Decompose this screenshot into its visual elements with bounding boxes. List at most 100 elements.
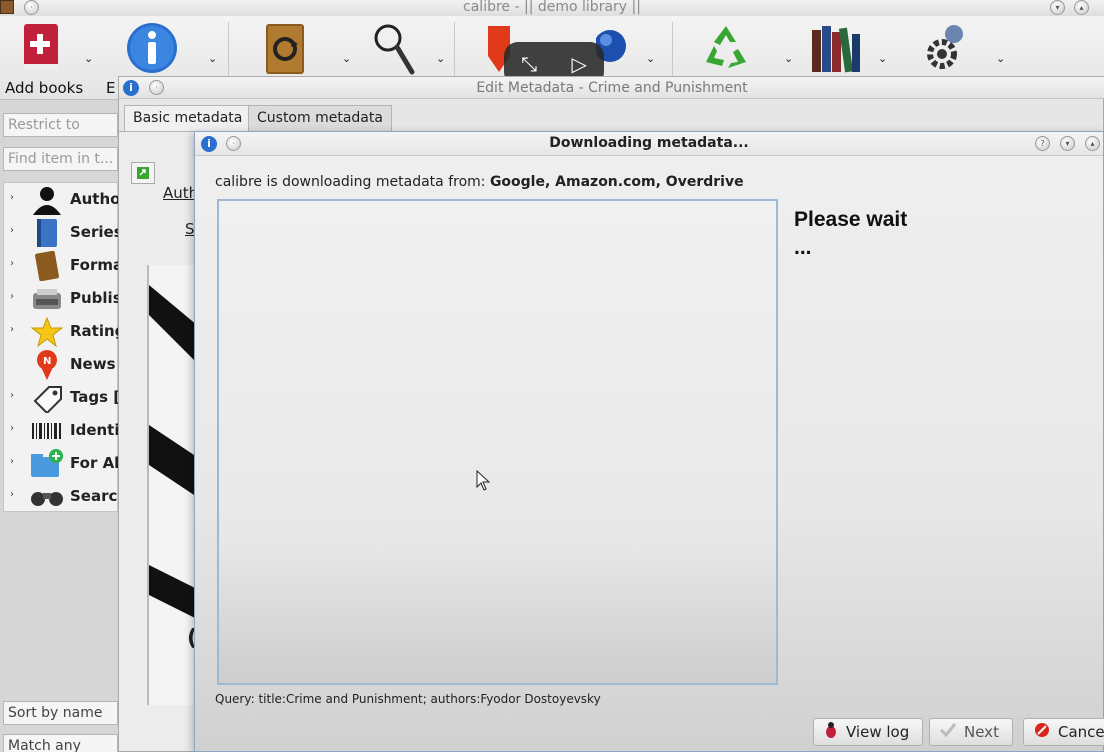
person-icon <box>30 184 64 215</box>
preferences-dropdown-arrow[interactable]: ⌄ <box>996 52 1005 65</box>
tree-item-label: Authors <box>70 190 120 208</box>
view-log-label: View log <box>846 723 910 741</box>
convert-book-icon[interactable] <box>264 22 306 76</box>
star-icon <box>30 316 64 347</box>
tab-basic-metadata[interactable]: Basic metadata <box>124 105 252 131</box>
tree-item-ratings[interactable]: › Ratings <box>4 315 120 348</box>
please-wait-text: Please wait <box>794 208 908 231</box>
expand-arrow-icon[interactable]: › <box>10 324 14 335</box>
expand-arrow-icon[interactable]: › <box>10 423 14 434</box>
cancel-button[interactable]: Cancel <box>1023 718 1104 746</box>
expand-arrow-icon[interactable]: › <box>10 456 14 467</box>
barcode-icon <box>30 415 64 446</box>
downloading-metadata-titlebar: i · Downloading metadata... ? ▾ ▴ <box>195 132 1103 156</box>
tree-item-label: Searches <box>70 487 120 505</box>
downloading-metadata-title: Downloading metadata... <box>549 135 749 151</box>
expand-arrow-icon[interactable]: › <box>10 225 14 236</box>
gear-icon[interactable] <box>922 22 970 74</box>
edit-metadata-title: Edit Metadata - Crime and Punishment <box>476 80 748 96</box>
next-button[interactable]: Next <box>929 718 1013 746</box>
add-books-icon[interactable] <box>22 22 62 74</box>
tree-item-searches[interactable]: › Searches <box>4 480 120 513</box>
results-list-area[interactable] <box>217 199 778 685</box>
mouse-cursor-icon <box>476 469 491 496</box>
tree-item-identifiers[interactable]: › Identifiers <box>4 414 120 447</box>
toolbar-separator <box>228 22 229 82</box>
tree-item-authors[interactable]: › Authors <box>4 183 120 216</box>
expand-arrow-icon[interactable]: › <box>10 258 14 269</box>
tree-item-news[interactable]: N News [ <box>4 348 120 381</box>
maximize-button[interactable]: ▴ <box>1085 136 1100 151</box>
convert-dropdown-arrow[interactable]: ⌄ <box>342 52 351 65</box>
book-brown-icon <box>30 250 64 281</box>
magnifier-icon[interactable] <box>372 22 416 78</box>
minimize-button[interactable]: ▾ <box>1060 136 1075 151</box>
tag-icon <box>30 382 64 413</box>
exit-fullscreen-icon[interactable]: ⤡ <box>521 52 537 76</box>
next-label: Next <box>964 723 999 741</box>
library-books-icon[interactable] <box>808 22 864 74</box>
tree-item-label: Tags [4 <box>70 388 120 406</box>
restrict-to-combobox[interactable]: Restrict to <box>3 113 118 137</box>
cancel-icon <box>1034 722 1050 742</box>
minimize-button[interactable]: ▾ <box>1050 0 1065 15</box>
downloading-metadata-dialog: i · Downloading metadata... ? ▾ ▴ calibr… <box>194 131 1104 752</box>
binoculars-icon <box>30 481 64 512</box>
tree-item-tags[interactable]: › Tags [4 <box>4 381 120 414</box>
tab-custom-metadata[interactable]: Custom metadata <box>248 105 392 131</box>
view-dropdown-arrow[interactable]: ⌄ <box>436 52 445 65</box>
checkmark-icon <box>939 723 957 741</box>
edit-metadata-label[interactable]: E <box>106 79 115 97</box>
tree-item-label: Identifiers <box>70 421 120 439</box>
folder-plus-icon <box>30 448 64 479</box>
expand-arrow-icon[interactable]: › <box>10 390 14 401</box>
please-wait-dots: ... <box>794 236 812 259</box>
view-log-button[interactable]: View log <box>813 718 923 746</box>
download-source-text: calibre is downloading metadata from: Go… <box>215 174 744 190</box>
query-text: Query: title:Crime and Punishment; autho… <box>215 692 601 706</box>
maximize-button[interactable]: ▴ <box>1074 0 1089 15</box>
add-books-dropdown-arrow[interactable]: ⌄ <box>84 52 93 65</box>
tree-item-publishers[interactable]: › Publishers <box>4 282 120 315</box>
bug-icon <box>824 722 838 742</box>
expand-arrow-icon[interactable]: › <box>10 192 14 203</box>
expand-arrow-icon[interactable]: › <box>10 489 14 500</box>
help-button[interactable]: ? <box>1035 136 1050 151</box>
library-dropdown-arrow[interactable]: ⌄ <box>878 52 887 65</box>
add-books-label[interactable]: Add books <box>5 79 83 97</box>
authors-field-label: Auth <box>163 184 199 202</box>
toolbar-separator <box>454 22 455 82</box>
tree-item-label: For Alice <box>70 454 120 472</box>
info-icon[interactable] <box>126 22 178 74</box>
remove-books-dropdown-arrow[interactable]: ⌄ <box>784 52 793 65</box>
match-any-combobox[interactable]: Match any <box>3 734 118 752</box>
tree-item-label: Ratings <box>70 322 120 340</box>
tree-item-for-alice[interactable]: › For Alice <box>4 447 120 480</box>
news-icon: N <box>30 349 64 380</box>
edit-metadata-titlebar: i · Edit Metadata - Crime and Punishment <box>119 77 1104 99</box>
download-source-prefix: calibre is downloading metadata from: <box>215 174 490 190</box>
recycle-icon[interactable] <box>700 22 752 74</box>
main-window-titlebar: · calibre - || demo library || ▾ ▴ <box>0 0 1104 16</box>
book-blue-icon <box>30 217 64 248</box>
tree-item-label: Formats <box>70 256 120 274</box>
main-window-title: calibre - || demo library || <box>463 0 641 15</box>
svg-text:N: N <box>43 356 51 367</box>
expand-arrow-icon[interactable]: › <box>10 291 14 302</box>
find-item-input[interactable]: Find item in t... <box>3 147 118 171</box>
edit-metadata-dropdown-arrow[interactable]: ⌄ <box>208 52 217 65</box>
sort-by-combobox[interactable]: Sort by name <box>3 701 118 725</box>
tree-item-label: Publishers <box>70 289 120 307</box>
swap-icon[interactable] <box>131 162 155 184</box>
typewriter-icon <box>30 283 64 314</box>
cancel-label: Cancel <box>1058 723 1104 741</box>
connect-share-dropdown-arrow[interactable]: ⌄ <box>646 52 655 65</box>
tree-item-series[interactable]: › Series <box>4 216 120 249</box>
tag-browser-sidebar: Restrict to Find item in t... › Authors … <box>0 100 120 752</box>
tag-browser-tree: › Authors › Series › Formats › Publisher… <box>3 182 120 513</box>
download-source-sites: Google, Amazon.com, Overdrive <box>489 174 744 190</box>
tree-item-formats[interactable]: › Formats <box>4 249 120 282</box>
toolbar-separator <box>672 22 673 82</box>
please-wait-message: Please wait ... <box>794 206 907 262</box>
picture-in-picture-icon[interactable]: ▷ <box>571 52 586 76</box>
